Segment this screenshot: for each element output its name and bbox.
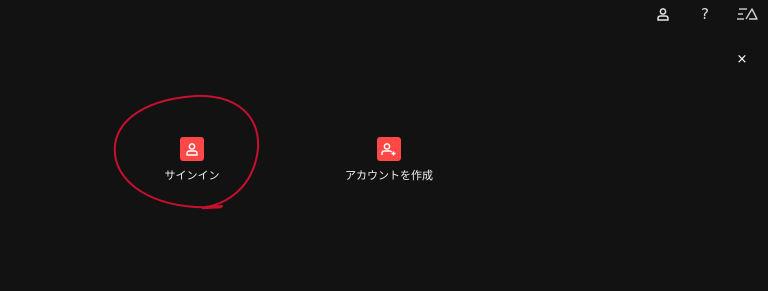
create-account-badge xyxy=(377,137,401,161)
ea-logo[interactable] xyxy=(726,0,768,28)
user-icon xyxy=(657,8,669,21)
sign-in-label: サインイン xyxy=(164,169,220,182)
ea-logo-icon xyxy=(737,8,758,20)
app-window: ? × サインイン アカウントを作成 xyxy=(0,0,768,291)
help-button[interactable]: ? xyxy=(684,0,726,28)
sign-in-option[interactable]: サインイン xyxy=(162,137,222,183)
create-account-label: アカウントを作成 xyxy=(345,169,433,182)
close-button[interactable]: × xyxy=(733,50,751,68)
close-icon: × xyxy=(736,51,748,67)
user-icon xyxy=(186,143,198,156)
create-account-option[interactable]: アカウントを作成 xyxy=(343,137,435,183)
sign-in-badge xyxy=(180,137,204,161)
help-icon: ? xyxy=(701,5,709,23)
account-button[interactable] xyxy=(642,0,684,28)
user-plus-icon xyxy=(381,143,396,156)
top-bar: ? xyxy=(642,0,768,28)
